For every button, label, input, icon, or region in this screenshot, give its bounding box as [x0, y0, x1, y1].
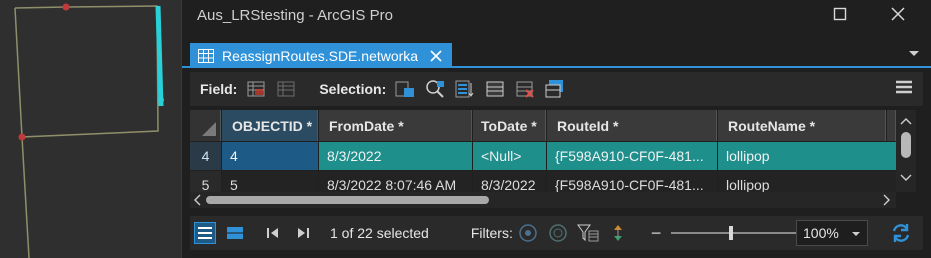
clear-selection-icon[interactable]	[514, 78, 536, 100]
filters-label: Filters:	[470, 225, 513, 241]
tab-strip: ReassignRoutes.SDE.networka	[182, 38, 931, 68]
zoom-to-selection-icon[interactable]	[424, 78, 446, 100]
first-record-icon[interactable]	[262, 222, 284, 244]
select-by-attributes-icon[interactable]	[394, 78, 416, 100]
table-toolbar: Field: Selection:	[190, 72, 923, 106]
filter-definition-query-icon[interactable]	[576, 222, 599, 244]
column-header-routename[interactable]: RouteName *	[718, 110, 886, 141]
zoom-slider-track	[671, 232, 802, 234]
tab-reassignroutes[interactable]: ReassignRoutes.SDE.networka	[190, 43, 452, 68]
zoom-slider-thumb[interactable]	[729, 226, 734, 240]
table-cell-todate[interactable]: <Null>	[473, 142, 546, 170]
selection-count: 1 of 22 selected	[330, 225, 429, 241]
row-number[interactable]: 5	[190, 171, 221, 192]
tab-label: ReassignRoutes.SDE.networka	[222, 47, 419, 64]
column-header-todate[interactable]: ToDate *	[473, 110, 546, 141]
chevron-up-icon[interactable]	[896, 116, 916, 128]
map-feature-line	[14, 5, 159, 258]
column-header-overflow	[887, 110, 896, 141]
maximize-icon	[833, 7, 847, 21]
zoom-slider[interactable]	[671, 226, 802, 240]
filter-by-scale-icon[interactable]	[547, 222, 569, 244]
chevron-left-icon[interactable]	[192, 192, 204, 208]
map-canvas	[14, 3, 164, 258]
selected-route-highlight	[155, 5, 164, 107]
tab-close-button[interactable]	[428, 48, 444, 64]
chevron-down-icon[interactable]	[908, 50, 920, 58]
table-cell-fromdate[interactable]: 8/3/2022	[319, 142, 472, 170]
select-all-icon[interactable]	[484, 78, 506, 100]
close-icon	[430, 49, 442, 62]
route-endpoint	[158, 97, 164, 103]
table-cell-fromdate[interactable]: 8/3/2022 8:07:46 AM	[319, 171, 472, 192]
show-all-records-icon[interactable]	[194, 222, 216, 244]
route-vertex	[18, 133, 26, 141]
selection-label: Selection:	[319, 81, 387, 97]
show-selected-records-icon[interactable]	[224, 222, 246, 244]
maximize-button[interactable]	[818, 0, 862, 28]
sort-arrows-icon[interactable]	[607, 222, 629, 244]
zoom-level-value: 100%	[803, 225, 839, 241]
field-label: Field:	[200, 81, 238, 97]
table-cell-objectid[interactable]: 4	[222, 142, 318, 170]
chevron-down-icon[interactable]	[896, 172, 916, 184]
close-icon	[891, 7, 905, 21]
horizontal-scroll-thumb[interactable]	[206, 196, 489, 204]
route-vertex	[62, 3, 70, 11]
status-bar: 1 of 22 selected Filters: − + 100%	[190, 216, 923, 250]
switch-selection-icon[interactable]	[454, 78, 476, 100]
select-all-corner[interactable]	[190, 110, 221, 141]
refresh-icon[interactable]	[890, 222, 912, 244]
attribute-table-window: Aus_LRStesting - ArcGIS Pro ReassignRout…	[181, 0, 931, 258]
table-cell-todate[interactable]: 8/3/2022	[473, 171, 546, 192]
last-record-icon[interactable]	[292, 222, 314, 244]
close-window-button[interactable]	[876, 0, 920, 28]
row-number[interactable]: 4	[190, 142, 221, 170]
column-header-fromdate[interactable]: FromDate *	[319, 110, 472, 141]
filter-by-extent-icon[interactable]	[517, 222, 539, 244]
zoom-level-select[interactable]: 100%	[796, 220, 868, 246]
window-title: Aus_LRStesting - ArcGIS Pro	[197, 7, 393, 24]
vertical-scroll-thumb[interactable]	[901, 132, 911, 158]
table-cell-routename[interactable]: lollipop	[718, 142, 896, 170]
table-cell-routeid[interactable]: {F598A910-CF0F-481...	[547, 171, 717, 192]
attribute-table[interactable]: OBJECTID * FromDate * ToDate * RouteId *…	[190, 110, 896, 192]
copy-selection-icon[interactable]	[544, 78, 566, 100]
calculate-field-icon[interactable]	[275, 78, 297, 100]
chevron-right-icon[interactable]	[880, 192, 892, 208]
title-bar: Aus_LRStesting - ArcGIS Pro	[182, 0, 931, 32]
menu-icon[interactable]	[895, 78, 913, 96]
vertical-scrollbar[interactable]	[896, 110, 916, 192]
chevron-down-icon	[852, 232, 860, 236]
table-icon	[198, 48, 214, 63]
column-header-objectid[interactable]: OBJECTID *	[222, 110, 318, 141]
horizontal-scrollbar[interactable]	[190, 192, 896, 208]
zoom-out-button[interactable]: −	[651, 223, 662, 244]
column-header-routeid[interactable]: RouteId *	[547, 110, 717, 141]
map-view[interactable]	[0, 0, 181, 258]
table-cell-routename[interactable]: lollipop	[718, 171, 896, 192]
table-cell-routeid[interactable]: {F598A910-CF0F-481...	[547, 142, 717, 170]
table-cell-objectid[interactable]: 5	[222, 171, 318, 192]
map-feature-line-left	[14, 7, 23, 138]
add-field-icon[interactable]	[245, 78, 267, 100]
